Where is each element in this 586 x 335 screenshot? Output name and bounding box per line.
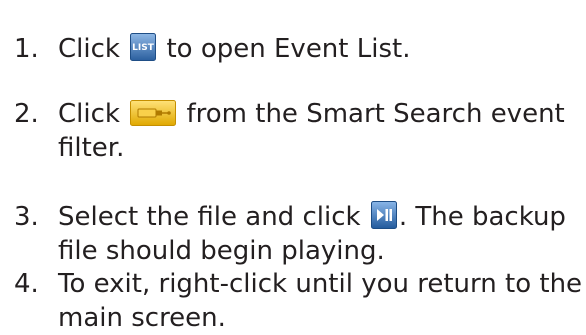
step-number: 1. xyxy=(14,34,39,64)
list-button-icon: LIST xyxy=(130,33,157,61)
step-text-continuation: file should begin playing. xyxy=(58,236,385,266)
step-text-continuation: filter. xyxy=(58,133,125,163)
step-text-before: Click xyxy=(58,34,120,64)
step-text-line: Click LIST to open Event List. xyxy=(58,32,410,66)
step-text-continuation: main screen. xyxy=(58,303,226,333)
step-text-before: Click xyxy=(58,99,120,129)
step-text-before: Select the file and click xyxy=(58,202,361,232)
step-text-after: to open Event List. xyxy=(166,34,411,64)
step-text-line: Click from the Smart Search event xyxy=(58,97,565,131)
svg-text:LIST: LIST xyxy=(132,43,155,53)
step-number: 3. xyxy=(14,202,39,232)
step-text-line: Select the file and click . The backup xyxy=(58,200,566,234)
step-number: 2. xyxy=(14,99,39,129)
step-text-before: To exit, right-click until you return to… xyxy=(58,269,583,299)
usb-filter-button-icon xyxy=(130,100,177,126)
instruction-steps: 1. Click LIST to open Event List. 2. Cli… xyxy=(0,0,586,333)
step-text-after: . The backup xyxy=(398,202,566,232)
step-number: 4. xyxy=(14,269,39,299)
step-text-after: from the Smart Search event xyxy=(186,99,565,129)
play-pause-button-icon xyxy=(370,201,397,229)
step-text-line: To exit, right-click until you return to… xyxy=(58,267,582,301)
